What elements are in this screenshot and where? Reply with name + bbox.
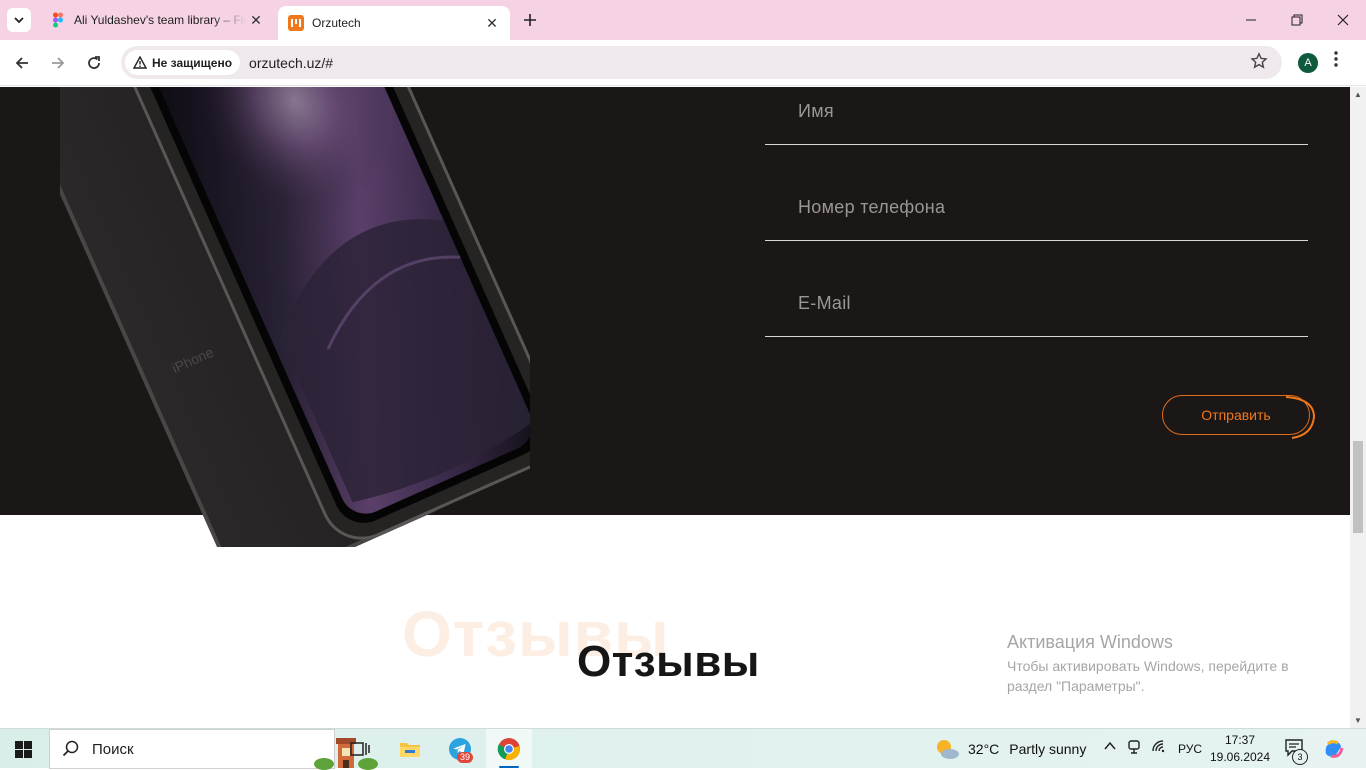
contact-section: iPhone Отправить: [0, 87, 1350, 547]
folder-icon: [400, 743, 420, 757]
notification-count: 3: [1292, 749, 1308, 765]
activation-title: Активация Windows: [1007, 632, 1173, 652]
name-input[interactable]: [798, 101, 1278, 122]
name-field: [765, 87, 1308, 145]
security-label: Не защищено: [152, 55, 233, 70]
phone-input[interactable]: [798, 197, 1278, 218]
taskbar-search[interactable]: Поиск: [49, 729, 378, 770]
page-viewport: iPhone Отправить Отзывы Отзывы Активация…: [0, 87, 1350, 728]
back-button[interactable]: [8, 49, 36, 77]
chrome-icon: [497, 738, 520, 761]
copilot-icon[interactable]: [1322, 738, 1344, 763]
weather-condition: Partly sunny: [1009, 741, 1087, 757]
menu-icon[interactable]: [1334, 51, 1338, 72]
chrome-button[interactable]: [495, 735, 523, 763]
arrow-left-icon: [15, 57, 28, 69]
new-tab-button[interactable]: [518, 8, 542, 32]
file-explorer-button[interactable]: [396, 735, 424, 763]
arrow-right-icon: [52, 57, 65, 69]
reviews-title: Отзывы: [577, 637, 760, 686]
meet-now-icon[interactable]: [1127, 739, 1141, 758]
windows-taskbar: Поиск 39 32°C Partly sunny РУС 17:37 19.…: [0, 728, 1366, 770]
tab-title: Orzutech: [312, 16, 361, 30]
task-view-button[interactable]: [346, 735, 374, 763]
profile-avatar[interactable]: A: [1298, 53, 1318, 73]
wifi-icon[interactable]: [1152, 739, 1168, 756]
minimize-button[interactable]: [1228, 0, 1274, 40]
iphone-image: iPhone: [60, 87, 530, 547]
scroll-up-arrow-icon[interactable]: ▲: [1354, 90, 1362, 99]
scroll-down-arrow-icon[interactable]: ▼: [1354, 716, 1362, 725]
restore-icon: [1291, 14, 1303, 26]
close-icon[interactable]: ✕: [246, 10, 266, 30]
warning-icon: [133, 56, 147, 69]
windows-activation-watermark: Активация Windows Чтобы активировать Win…: [1007, 632, 1327, 696]
search-icon: [62, 740, 79, 757]
windows-start-icon[interactable]: [15, 741, 32, 758]
partly-sunny-icon: [937, 740, 959, 759]
browser-toolbar: Не защищено orzutech.uz/# A: [0, 40, 1366, 86]
weather-widget[interactable]: 32°C Partly sunny: [934, 737, 1086, 761]
clock[interactable]: 17:37 19.06.2024: [1207, 732, 1273, 766]
chevron-down-icon: [14, 17, 24, 24]
task-view-icon: [350, 742, 370, 756]
phone-field: [765, 183, 1308, 241]
scrollbar-thumb[interactable]: [1353, 441, 1363, 533]
close-window-button[interactable]: [1320, 0, 1366, 40]
forward-button[interactable]: [44, 49, 72, 77]
tab-search-button[interactable]: [7, 8, 31, 32]
email-input[interactable]: [798, 293, 1278, 314]
weather-temp: 32°C: [968, 741, 1000, 757]
figma-icon: [53, 12, 63, 28]
minimize-icon: [1246, 19, 1256, 21]
url-text[interactable]: orzutech.uz/#: [249, 55, 333, 71]
email-field: [765, 279, 1308, 337]
orzutech-favicon-icon: [288, 15, 304, 31]
chevron-up-icon: [1104, 741, 1116, 750]
language-indicator[interactable]: РУС: [1178, 742, 1202, 756]
tab-orzutech[interactable]: Orzutech ✕: [278, 6, 510, 40]
telegram-badge: 39: [457, 752, 474, 763]
site-info-button[interactable]: Не защищено: [125, 50, 241, 75]
show-hidden-icons-button[interactable]: [1103, 739, 1117, 756]
address-bar[interactable]: Не защищено orzutech.uz/#: [121, 46, 1282, 79]
tab-strip: Ali Yuldashev's team library – Figma ✕ O…: [0, 0, 1366, 40]
clock-time: 17:37: [1224, 733, 1256, 747]
search-label: Поиск: [92, 740, 134, 758]
tab-title: Ali Yuldashev's team library – Figma: [74, 13, 246, 27]
clock-date: 19.06.2024: [1209, 750, 1271, 764]
bookmark-star-icon[interactable]: [1250, 52, 1268, 75]
reload-button[interactable]: [80, 49, 108, 77]
tab-figma[interactable]: Ali Yuldashev's team library – Figma ✕: [40, 0, 274, 40]
restore-button[interactable]: [1274, 0, 1320, 40]
submit-button[interactable]: Отправить: [1162, 395, 1310, 435]
close-icon[interactable]: ✕: [482, 13, 502, 33]
close-icon: [1337, 14, 1349, 26]
page-scrollbar[interactable]: ▲ ▼: [1350, 87, 1366, 728]
plus-icon: [524, 14, 536, 26]
activation-text: Чтобы активировать Windows, перейдите в …: [1007, 658, 1289, 694]
submit-wrapper: Отправить: [1162, 395, 1316, 439]
reload-icon: [88, 56, 100, 69]
